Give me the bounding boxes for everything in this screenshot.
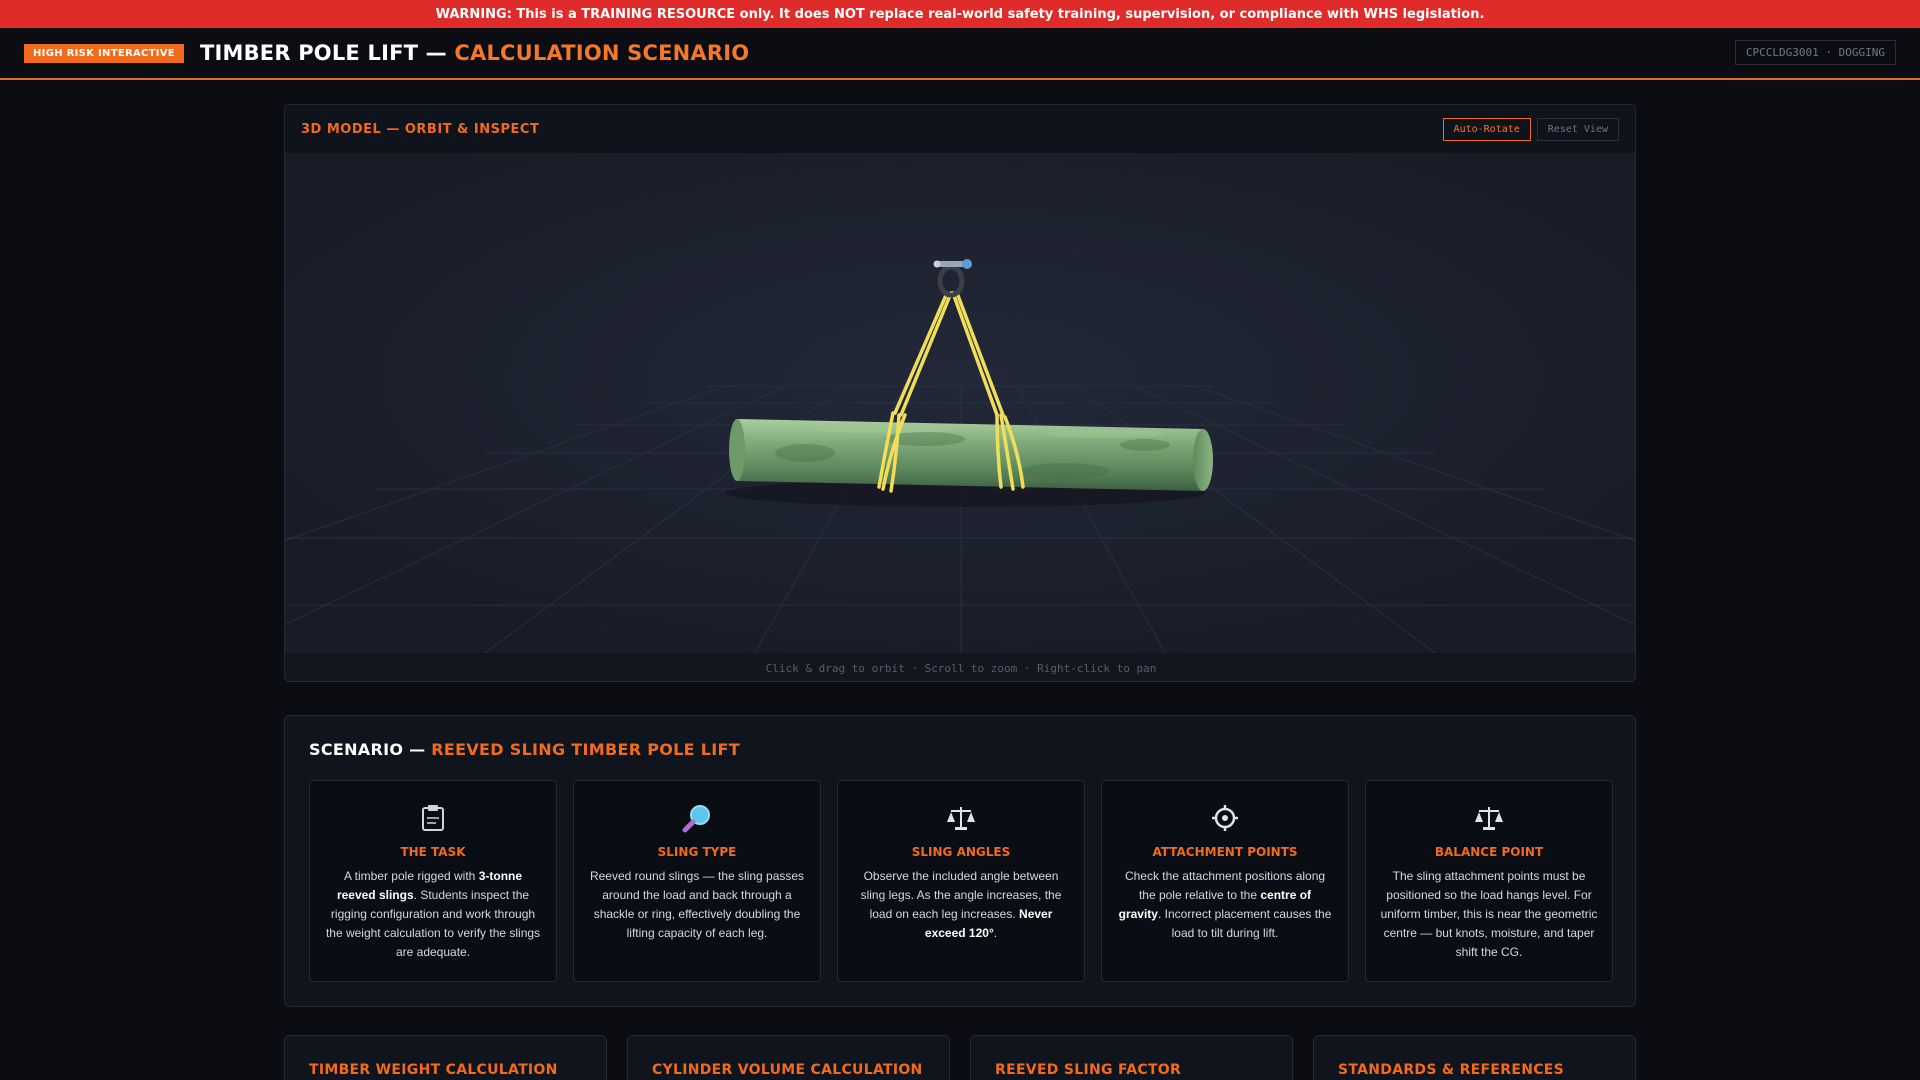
scenario-panel: SCENARIO — REEVED SLING TIMBER POLE LIFT… <box>284 715 1636 1007</box>
card-text: Check the attachment positions along the… <box>1116 867 1334 943</box>
card-title: Sling Angles <box>911 845 1011 859</box>
scales-icon <box>946 803 976 833</box>
high-risk-badge: High Risk Interactive <box>24 43 184 63</box>
viewer-controls: Auto-Rotate Reset View <box>1442 117 1619 141</box>
page-header: High Risk Interactive TIMBER POLE LIFT —… <box>0 28 1920 80</box>
card-text-pre: Reeved round slings — the sling passes a… <box>589 869 805 940</box>
card-the-task: The Task A timber pole rigged with 3-ton… <box>309 780 557 982</box>
card-title: Sling Type <box>657 845 737 859</box>
timber-weight-panel: Timber Weight Calculation <box>284 1035 607 1080</box>
timber-pole <box>729 419 1213 491</box>
card-attachment-points: Attachment Points Check the attachment p… <box>1101 780 1349 982</box>
card-title: The Task <box>400 845 466 859</box>
target-icon <box>1210 803 1240 833</box>
3d-canvas[interactable] <box>285 153 1635 654</box>
scenario-title-main: SCENARIO — <box>309 740 432 759</box>
card-text: Reeved round slings — the sling passes a… <box>588 867 806 943</box>
auto-rotate-button[interactable]: Auto-Rotate <box>1442 117 1531 141</box>
card-sling-angles: Sling Angles Observe the included angle … <box>837 780 1085 982</box>
scene-render <box>285 153 1635 654</box>
panel-title: Timber Weight Calculation <box>309 1062 558 1078</box>
card-text-post: . <box>993 926 998 940</box>
page-title: TIMBER POLE LIFT — CALCULATION SCENARIO <box>200 41 749 65</box>
scenario-title: SCENARIO — REEVED SLING TIMBER POLE LIFT <box>309 740 1611 759</box>
training-warning-banner: WARNING: This is a TRAINING RESOURCE onl… <box>0 0 1920 28</box>
balance-icon <box>1474 803 1504 833</box>
panel-title: Reeved Sling Factor <box>995 1062 1182 1078</box>
viewer-header: 3D Model — Orbit & Inspect Auto-Rotate R… <box>285 105 1635 153</box>
card-title: Balance Point <box>1434 845 1544 859</box>
card-text: Observe the included angle between sling… <box>852 867 1070 943</box>
calculation-panels: Timber Weight Calculation Cylinder Volum… <box>284 1035 1636 1080</box>
scenario-title-accent: REEVED SLING TIMBER POLE LIFT <box>431 740 740 759</box>
card-balance-point: Balance Point The sling attachment point… <box>1365 780 1613 982</box>
reset-view-button[interactable]: Reset View <box>1536 117 1619 141</box>
model-viewer-panel: 3D Model — Orbit & Inspect Auto-Rotate R… <box>284 104 1636 682</box>
card-text-pre: The sling attachment points must be posi… <box>1380 869 1598 959</box>
panel-title: Standards & References <box>1338 1062 1565 1078</box>
scenario-cards: The Task A timber pole rigged with 3-ton… <box>309 780 1613 982</box>
card-text: The sling attachment points must be posi… <box>1380 867 1598 962</box>
panel-title: Cylinder Volume Calculation <box>652 1062 923 1078</box>
card-title: Attachment Points <box>1152 845 1298 859</box>
magnifier-icon <box>682 803 712 833</box>
viewer-label: 3D Model — Orbit & Inspect <box>301 121 540 137</box>
viewer-hint: Click & drag to orbit · Scroll to zoom ·… <box>285 653 1635 681</box>
clipboard-icon <box>418 803 448 833</box>
page-title-accent: CALCULATION SCENARIO <box>454 41 750 65</box>
page-title-main: TIMBER POLE LIFT — <box>199 41 455 65</box>
card-text-pre: A timber pole rigged with <box>343 869 479 883</box>
reeved-sling-factor-panel: Reeved Sling Factor <box>970 1035 1293 1080</box>
card-sling-type: Sling Type Reeved round slings — the sli… <box>573 780 821 982</box>
course-code-tag: CPCCLDG3001 · DOGGING <box>1734 40 1896 65</box>
cylinder-volume-panel: Cylinder Volume Calculation <box>627 1035 950 1080</box>
card-text-post: . Incorrect placement causes the load to… <box>1157 907 1332 940</box>
standards-references-panel: Standards & References <box>1313 1035 1636 1080</box>
card-text: A timber pole rigged with 3-tonne reeved… <box>324 867 542 962</box>
